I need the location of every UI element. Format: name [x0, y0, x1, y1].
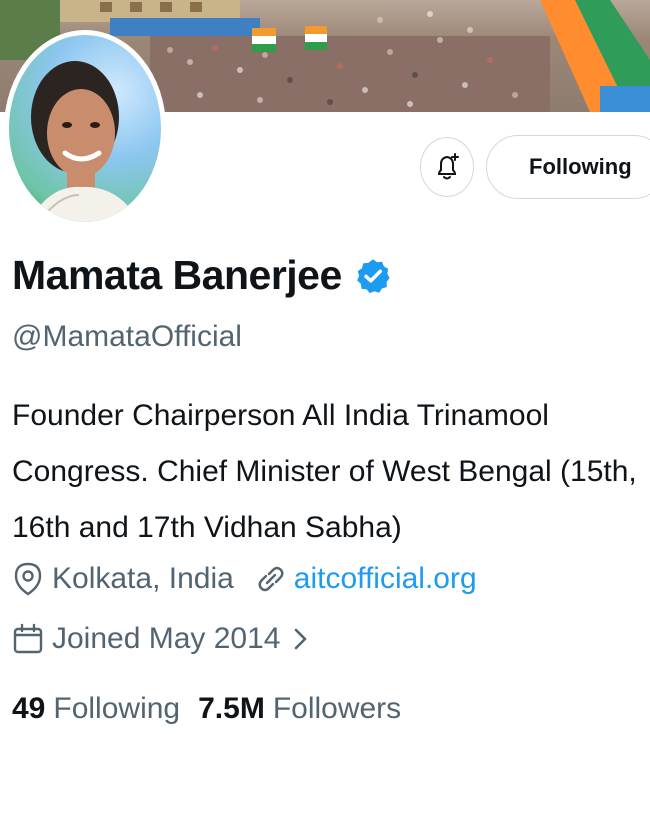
profile-avatar[interactable]	[4, 30, 166, 227]
chevron-right-icon	[293, 626, 309, 652]
verified-badge-icon[interactable]	[354, 257, 392, 295]
link-icon	[256, 564, 286, 594]
location-pin-icon	[12, 562, 44, 596]
notification-subscribe-button[interactable]	[420, 137, 474, 197]
followers-count: 7.5M	[198, 692, 265, 725]
profile-joined-row[interactable]: Joined May 2014	[12, 622, 309, 656]
profile-joined-date: Joined May 2014	[52, 622, 281, 655]
following-button[interactable]: Following	[486, 135, 650, 199]
profile-bio: Founder Chairperson All India Trinamool …	[12, 399, 637, 544]
profile-name-row: Mamata Banerjee	[12, 252, 392, 299]
profile-website-link[interactable]: aitcofficial.org	[294, 562, 477, 596]
profile-handle: @MamataOfficial	[12, 320, 242, 353]
profile-stats: 49 Following 7.5M Followers	[12, 692, 401, 726]
profile-location: Kolkata, India	[52, 562, 234, 595]
avatar-photo	[9, 35, 161, 222]
following-count-link[interactable]: 49 Following	[12, 692, 180, 726]
profile-name: Mamata Banerjee	[12, 252, 342, 298]
followers-count-link[interactable]: 7.5M Followers	[198, 692, 401, 726]
followers-label: Followers	[272, 692, 402, 725]
following-label: Following	[53, 692, 181, 725]
profile-location-row: Kolkata, India aitcofficial.org	[12, 562, 477, 596]
following-count: 49	[12, 692, 46, 725]
notification-bell-plus-icon	[433, 152, 461, 182]
calendar-icon	[12, 623, 44, 655]
